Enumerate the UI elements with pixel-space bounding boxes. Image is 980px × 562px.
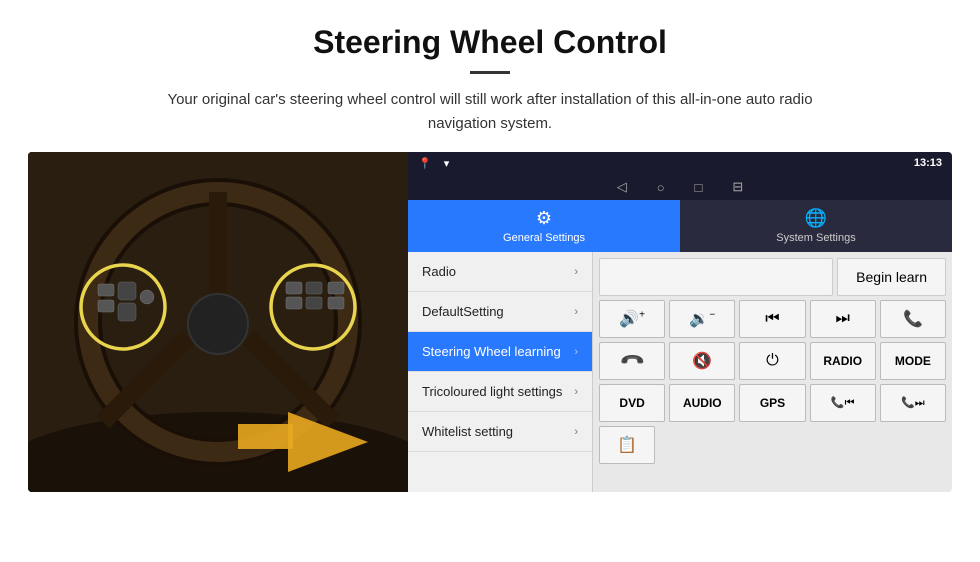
volume-up-icon: 🔊+ bbox=[619, 309, 645, 329]
nav-bar: ◁ ○ □ ⊟ bbox=[408, 174, 952, 200]
car-image bbox=[28, 152, 408, 492]
list-icon: 📋 bbox=[617, 435, 637, 455]
chevron-right-icon: › bbox=[574, 266, 578, 278]
menu-item-radio[interactable]: Radio › bbox=[408, 252, 592, 292]
begin-learn-button[interactable]: Begin learn bbox=[837, 258, 946, 296]
phone-answer-button[interactable]: 📞 bbox=[880, 300, 946, 338]
volume-down-button[interactable]: 🔉− bbox=[669, 300, 735, 338]
next-track-button[interactable]: ⏭ bbox=[810, 300, 876, 338]
gps-button[interactable]: GPS bbox=[739, 384, 805, 422]
power-button[interactable]: ⏻ bbox=[739, 342, 805, 380]
prev-track-button[interactable]: ⏮ bbox=[739, 300, 805, 338]
phone-next-button[interactable]: 📞⏭ bbox=[880, 384, 946, 422]
empty-cell bbox=[599, 258, 833, 296]
location-icon: 📍 bbox=[418, 157, 432, 170]
back-nav-icon[interactable]: ◁ bbox=[617, 179, 627, 195]
mode-label: MODE bbox=[895, 354, 931, 368]
status-bar-right: 13:13 bbox=[914, 157, 942, 169]
globe-icon: 🌐 bbox=[805, 208, 827, 229]
phone-next-icon: 📞⏭ bbox=[901, 396, 925, 410]
content-area: 📍 ▾ 13:13 ◁ ○ □ ⊟ ⚙ General Settings 🌐 S… bbox=[0, 152, 980, 512]
menu-panel: Radio › DefaultSetting › Steering Wheel … bbox=[408, 252, 593, 492]
menu-radio-label: Radio bbox=[422, 264, 574, 279]
chevron-right-icon: › bbox=[574, 346, 578, 358]
volume-down-icon: 🔉− bbox=[689, 309, 715, 329]
phone-prev-button[interactable]: 📞⏮ bbox=[810, 384, 876, 422]
control-row-1: 🔊+ 🔉− ⏮ ⏭ 📞 bbox=[599, 300, 946, 338]
chevron-right-icon: › bbox=[574, 426, 578, 438]
menu-item-default[interactable]: DefaultSetting › bbox=[408, 292, 592, 332]
android-ui: 📍 ▾ 13:13 ◁ ○ □ ⊟ ⚙ General Settings 🌐 S… bbox=[408, 152, 952, 492]
next-track-icon: ⏭ bbox=[836, 310, 850, 328]
menu-item-whitelist[interactable]: Whitelist setting › bbox=[408, 412, 592, 452]
menu-item-steering[interactable]: Steering Wheel learning › bbox=[408, 332, 592, 372]
radio-label: RADIO bbox=[823, 354, 862, 368]
hang-up-icon: 📞 bbox=[618, 347, 646, 375]
phone-prev-icon: 📞⏮ bbox=[831, 396, 855, 410]
dvd-button[interactable]: DVD bbox=[599, 384, 665, 422]
volume-up-button[interactable]: 🔊+ bbox=[599, 300, 665, 338]
page-title: Steering Wheel Control bbox=[60, 24, 920, 61]
tab-system-settings[interactable]: 🌐 System Settings bbox=[680, 200, 952, 252]
settings-tabs: ⚙ General Settings 🌐 System Settings bbox=[408, 200, 952, 252]
home-nav-icon[interactable]: ○ bbox=[657, 180, 665, 195]
mute-button[interactable]: 🔇 bbox=[669, 342, 735, 380]
list-button[interactable]: 📋 bbox=[599, 426, 655, 464]
menu-steering-label: Steering Wheel learning bbox=[422, 344, 574, 359]
mode-button[interactable]: MODE bbox=[880, 342, 946, 380]
control-row-4: 📋 bbox=[599, 426, 946, 464]
control-row-2: 📞 🔇 ⏻ RADIO MODE bbox=[599, 342, 946, 380]
control-panel: Begin learn 🔊+ 🔉− ⏮ ⏭ bbox=[593, 252, 952, 492]
title-divider bbox=[470, 71, 510, 74]
hang-up-button[interactable]: 📞 bbox=[599, 342, 665, 380]
radio-mode-button[interactable]: RADIO bbox=[810, 342, 876, 380]
tab-general-label: General Settings bbox=[503, 232, 585, 244]
gear-icon: ⚙ bbox=[536, 208, 552, 229]
tab-system-label: System Settings bbox=[776, 232, 855, 244]
audio-button[interactable]: AUDIO bbox=[669, 384, 735, 422]
car-image-container bbox=[28, 152, 408, 492]
main-content: Radio › DefaultSetting › Steering Wheel … bbox=[408, 252, 952, 492]
audio-label: AUDIO bbox=[683, 396, 722, 410]
tab-general-settings[interactable]: ⚙ General Settings bbox=[408, 200, 680, 252]
chevron-right-icon: › bbox=[574, 306, 578, 318]
menu-item-tricoloured[interactable]: Tricoloured light settings › bbox=[408, 372, 592, 412]
control-row-3: DVD AUDIO GPS 📞⏮ 📞⏭ bbox=[599, 384, 946, 422]
menu-default-label: DefaultSetting bbox=[422, 304, 574, 319]
begin-learn-row: Begin learn bbox=[599, 258, 946, 296]
status-bar-left: 📍 ▾ bbox=[418, 157, 449, 170]
recent-nav-icon[interactable]: □ bbox=[695, 180, 703, 195]
menu-whitelist-label: Whitelist setting bbox=[422, 424, 574, 439]
chevron-right-icon: › bbox=[574, 386, 578, 398]
status-time: 13:13 bbox=[914, 157, 942, 169]
mute-icon: 🔇 bbox=[692, 351, 712, 371]
page-header: Steering Wheel Control Your original car… bbox=[0, 0, 980, 152]
wifi-icon: ▾ bbox=[444, 157, 450, 170]
dvd-label: DVD bbox=[619, 396, 644, 410]
prev-track-icon: ⏮ bbox=[765, 310, 779, 328]
gps-label: GPS bbox=[760, 396, 785, 410]
menu-nav-icon[interactable]: ⊟ bbox=[732, 179, 743, 195]
phone-answer-icon: 📞 bbox=[903, 309, 923, 329]
power-icon: ⏻ bbox=[766, 352, 779, 370]
android-status-bar: 📍 ▾ 13:13 bbox=[408, 152, 952, 174]
menu-tricoloured-label: Tricoloured light settings bbox=[422, 384, 574, 399]
page-subtitle: Your original car's steering wheel contr… bbox=[140, 88, 840, 136]
